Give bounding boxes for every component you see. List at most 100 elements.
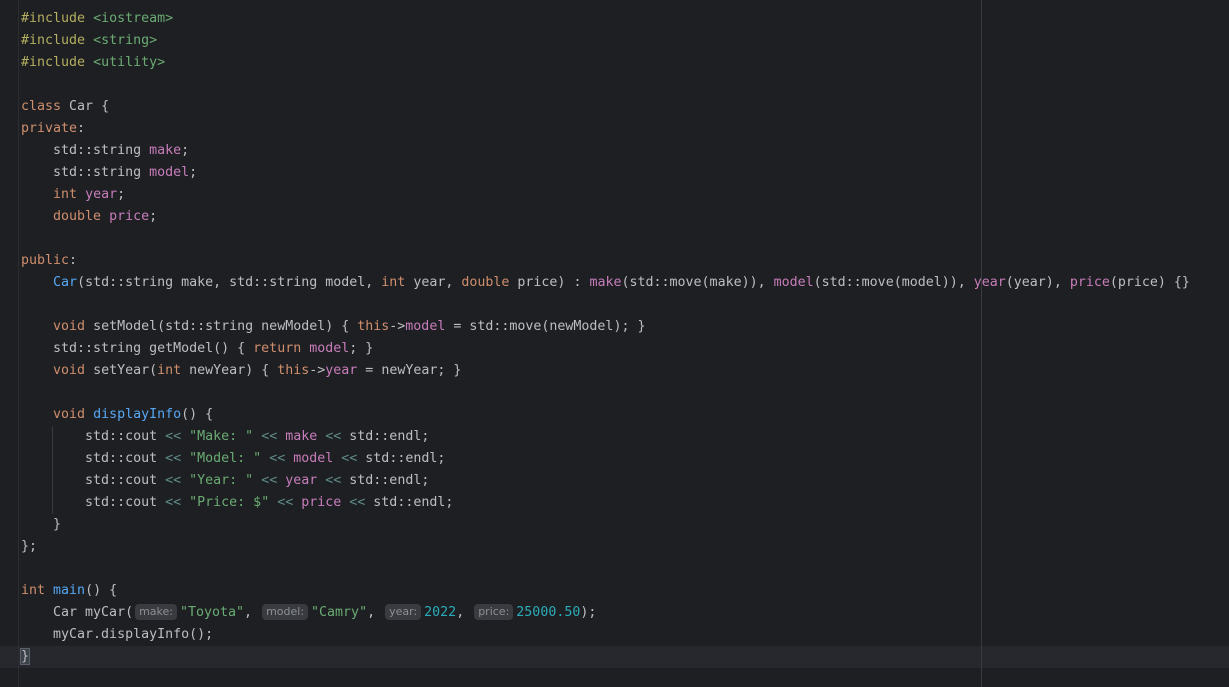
code-line[interactable]: std::cout << "Price: $" << price << std:… xyxy=(21,492,1190,514)
code-token: std::endl; xyxy=(349,429,430,444)
code-token: () { xyxy=(181,407,214,422)
string-token: "Toyota" xyxy=(180,605,245,620)
code-line[interactable]: Car(std::string make, std::string model,… xyxy=(21,272,1190,294)
code-token: newYear) { xyxy=(189,363,278,378)
code-token: () { xyxy=(213,341,254,356)
code-line[interactable]: public: xyxy=(21,250,1190,272)
code-token: (std::move(model)), xyxy=(813,275,974,290)
code-token: -> xyxy=(309,363,326,378)
field-token: model xyxy=(309,341,350,356)
caret-brace-token: } xyxy=(19,648,31,665)
string-token: "Price: $" xyxy=(189,495,270,510)
code-token: year, xyxy=(413,275,462,290)
code-line[interactable] xyxy=(21,228,1190,250)
string-token: "Camry" xyxy=(311,605,368,620)
operator-token: << xyxy=(261,451,294,466)
code-line[interactable]: std::string getModel() { return model; } xyxy=(21,338,1190,360)
code-token: { xyxy=(101,99,110,114)
keyword-token: return xyxy=(253,341,310,356)
code-token: std::cout xyxy=(21,473,166,488)
field-token: make xyxy=(589,275,622,290)
code-line[interactable]: myCar.displayInfo(); xyxy=(21,624,1190,646)
code-token: , xyxy=(456,605,473,620)
code-area[interactable]: #include <iostream> #include <string> #inc… xyxy=(19,8,1190,668)
code-token: std::string xyxy=(21,165,150,180)
include-path-token: <utility> xyxy=(93,55,166,70)
method-name-token: setModel xyxy=(93,319,158,334)
code-line[interactable]: std::string make; xyxy=(21,140,1190,162)
code-token: -> xyxy=(389,319,406,334)
code-line[interactable]: void setModel(std::string newModel) { th… xyxy=(21,316,1190,338)
code-token: std::string xyxy=(21,143,150,158)
code-line[interactable]: std::string model; xyxy=(21,162,1190,184)
field-token: model xyxy=(149,165,190,180)
parameter-hint: price: xyxy=(474,604,514,620)
parameter-hint: year: xyxy=(385,604,422,620)
code-line[interactable] xyxy=(21,558,1190,580)
field-token: year xyxy=(85,187,118,202)
code-line[interactable]: #include <iostream> xyxy=(21,8,1190,30)
brace-token: { xyxy=(109,583,118,598)
code-token: (std::move(make)), xyxy=(621,275,774,290)
parameter-hint: make: xyxy=(135,604,177,620)
code-line[interactable]: void setYear(int newYear) { this->year =… xyxy=(21,360,1190,382)
code-token: }; xyxy=(21,539,38,554)
code-line[interactable] xyxy=(21,74,1190,96)
code-line[interactable]: class Car { xyxy=(21,96,1190,118)
field-token: year xyxy=(325,363,358,378)
code-token: ; xyxy=(181,143,190,158)
operator-token: << xyxy=(317,429,350,444)
code-token: std::endl; xyxy=(349,473,430,488)
include-path-token: <iostream> xyxy=(93,11,174,26)
code-line[interactable]: private: xyxy=(21,118,1190,140)
code-token: std::cout xyxy=(21,429,166,444)
field-token: model xyxy=(405,319,446,334)
code-line[interactable]: Car myCar(make: "Toyota", model: "Camry", … xyxy=(21,602,1190,624)
code-line[interactable]: } xyxy=(21,514,1190,536)
code-line[interactable]: std::cout << "Year: " << year << std::en… xyxy=(21,470,1190,492)
code-line[interactable] xyxy=(21,294,1190,316)
code-line[interactable]: } xyxy=(19,646,1190,668)
keyword-token: int xyxy=(53,187,86,202)
preprocessor-token: #include xyxy=(21,33,94,48)
field-token: make xyxy=(149,143,182,158)
code-token: std::endl; xyxy=(365,451,446,466)
field-token: year xyxy=(285,473,318,488)
field-token: price xyxy=(301,495,342,510)
code-token: ( xyxy=(149,363,158,378)
code-token: ; } xyxy=(349,341,374,356)
code-token: = newYear; } xyxy=(357,363,462,378)
code-line[interactable]: #include <string> xyxy=(21,30,1190,52)
operator-token: << xyxy=(341,495,374,510)
operator-token: << xyxy=(165,429,190,444)
code-token: ; xyxy=(189,165,198,180)
code-token: , xyxy=(244,605,261,620)
keyword-token: void xyxy=(53,407,94,422)
code-line[interactable]: #include <utility> xyxy=(21,52,1190,74)
operator-token: << xyxy=(165,451,190,466)
field-token: model xyxy=(773,275,814,290)
keyword-token: void xyxy=(53,363,94,378)
code-editor[interactable]: #include <iostream> #include <string> #inc… xyxy=(0,0,1229,687)
field-token: make xyxy=(285,429,318,444)
code-line[interactable] xyxy=(21,382,1190,404)
field-token: model xyxy=(293,451,334,466)
code-line[interactable]: double price; xyxy=(21,206,1190,228)
keyword-token: double xyxy=(461,275,518,290)
operator-token: << xyxy=(165,473,190,488)
code-token: : xyxy=(69,253,78,268)
code-line[interactable]: int main() { xyxy=(21,580,1190,602)
operator-token: << xyxy=(165,495,190,510)
constructor-token: Car xyxy=(53,275,78,290)
code-line[interactable]: }; xyxy=(21,536,1190,558)
code-line[interactable]: int year; xyxy=(21,184,1190,206)
code-line[interactable]: std::cout << "Model: " << model << std::… xyxy=(21,448,1190,470)
code-line[interactable]: void displayInfo() { xyxy=(21,404,1190,426)
keyword-token: private xyxy=(21,121,78,136)
code-line[interactable]: std::cout << "Make: " << make << std::en… xyxy=(21,426,1190,448)
code-token: Car myCar( xyxy=(21,605,134,620)
